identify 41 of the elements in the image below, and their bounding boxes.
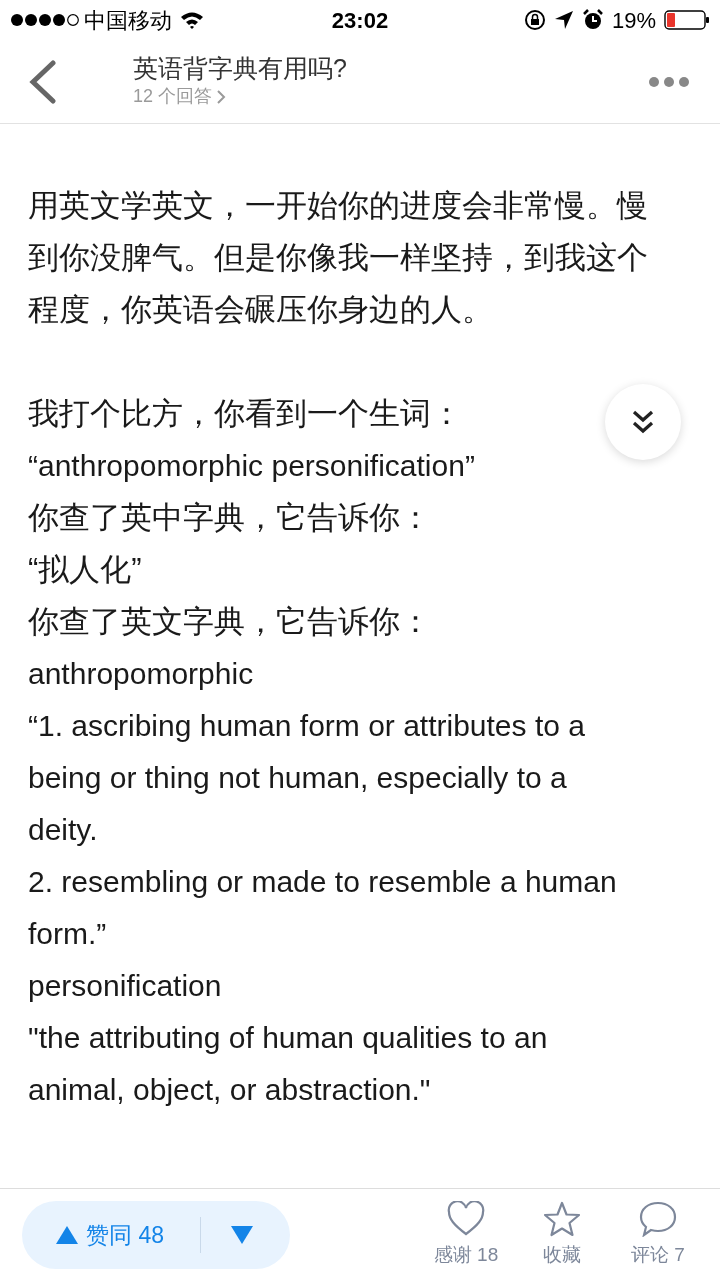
text-line: "the attributing of human qualities to an: [28, 1020, 548, 1056]
action-button[interactable]: 评论 7: [614, 1200, 702, 1270]
action-button[interactable]: 收藏: [518, 1200, 606, 1270]
rotation-lock-icon: [523, 9, 546, 31]
triangle-up-icon: [56, 1226, 78, 1244]
question-title: 英语背字典有用吗?: [133, 53, 347, 83]
downvote-button[interactable]: [231, 1226, 253, 1244]
text-line: 你查了英文字典，它告诉你：: [28, 603, 431, 641]
text-line: “anthropomorphic personification”: [28, 448, 475, 484]
text-line: being or thing not human, especially to a: [28, 760, 567, 796]
battery-percent: 19%: [611, 6, 656, 35]
speech-bubble-icon: [639, 1200, 677, 1237]
text-line: form.”: [28, 916, 107, 952]
text-line: anthropomorphic: [28, 656, 254, 692]
carrier-name: 中国移动: [84, 6, 172, 35]
text-line: personification: [28, 968, 222, 1004]
battery-icon: [664, 10, 710, 30]
double-chevron-down-icon: [631, 409, 655, 435]
back-icon[interactable]: [28, 59, 58, 104]
text-line: 用英文学英文，一开始你的进度会非常慢。慢: [28, 187, 648, 225]
signal-icon: [10, 11, 80, 29]
text-line: 我打个比方，你看到一个生词：: [28, 395, 462, 433]
wifi-icon: [180, 11, 204, 29]
more-icon[interactable]: [648, 75, 690, 88]
text-line: 程度，你英语会碾压你身边的人。: [28, 291, 493, 329]
text-line: “1. ascribing human form or attributes to a: [28, 708, 585, 744]
answer-count-link[interactable]: 12 个回答: [133, 83, 213, 110]
text-line: “拟人化”: [28, 551, 142, 589]
scroll-down-button[interactable]: [605, 384, 681, 460]
text-line: 到你没脾气。但是你像我一样坚持，到我这个: [28, 239, 648, 277]
clock-time: 23:02: [331, 8, 389, 33]
text-line: 你查了英中字典，它告诉你：: [28, 499, 431, 537]
heart-icon: [447, 1200, 485, 1237]
text-line: 2. resembling or made to resemble a human: [28, 864, 617, 900]
star-icon: [543, 1200, 581, 1237]
text-line: deity.: [28, 812, 98, 848]
location-arrow-icon: [553, 10, 574, 30]
chevron-right-icon: [216, 89, 227, 104]
text-line: animal, object, or abstraction.": [28, 1072, 431, 1108]
alarm-clock-icon: [581, 9, 604, 31]
action-button[interactable]: 感谢 18: [422, 1200, 510, 1270]
